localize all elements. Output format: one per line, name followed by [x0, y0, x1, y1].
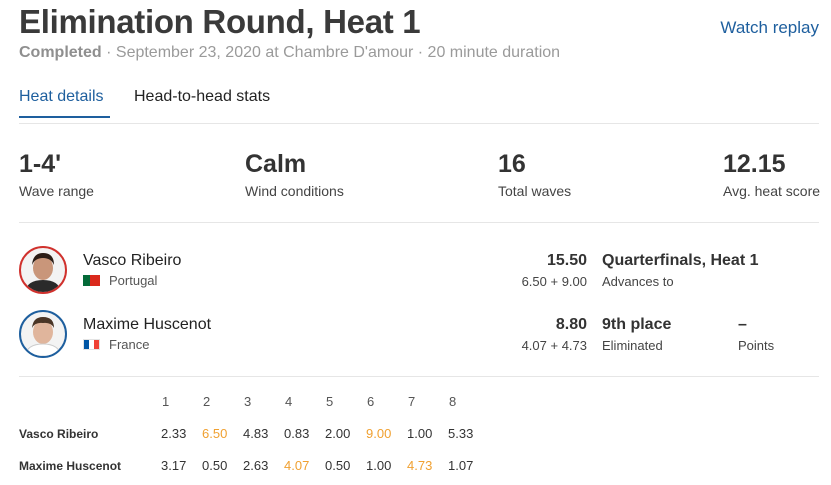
portugal-flag-icon	[83, 275, 100, 286]
wave-number-header: 4	[285, 394, 293, 409]
france-flag-icon	[83, 339, 100, 350]
athlete-points-label: Points	[738, 338, 775, 353]
athlete-result-label: Advances to	[602, 274, 674, 289]
wave-score-cell: 5.33	[448, 426, 474, 441]
wave-score-cell: 4.73	[407, 458, 433, 473]
wave-score-cell: 2.33	[161, 426, 187, 441]
wave-number-header: 7	[408, 394, 416, 409]
stat-label: Wave range	[19, 183, 94, 199]
watch-replay-link[interactable]: Watch replay	[720, 18, 819, 38]
wave-score-cell: 3.17	[161, 458, 187, 473]
stat-value: Calm	[245, 150, 307, 178]
avatar-portrait-icon	[25, 253, 61, 292]
stat-value: 16	[498, 150, 526, 178]
wave-number-header: 2	[203, 394, 211, 409]
athlete-country: France	[83, 337, 149, 352]
wave-score-cell: 0.50	[202, 458, 228, 473]
stat-label: Wind conditions	[245, 183, 344, 199]
wave-score-cell: 4.07	[284, 458, 310, 473]
wave-score-cell: 2.00	[325, 426, 351, 441]
wave-score-cell: 1.00	[407, 426, 433, 441]
tab-heat-details[interactable]: Heat details	[19, 88, 110, 118]
athlete-row: Vasco Ribeiro Portugal 15.50 6.50 + 9.00…	[19, 246, 819, 296]
wave-number-header: 1	[162, 394, 170, 409]
wave-row-athlete-name: Maxime Huscenot	[19, 459, 122, 473]
stat-total-waves: 16 Total waves	[498, 150, 571, 199]
stat-label: Total waves	[498, 183, 572, 199]
stat-avg-heat-score: 12.15 Avg. heat score	[723, 150, 820, 199]
heat-details: · September 23, 2020 at Chambre D'amour …	[101, 44, 561, 61]
wave-score-cell: 2.63	[243, 458, 269, 473]
athlete-score-breakdown: 6.50 + 9.00	[521, 274, 587, 289]
wave-row-athlete-name: Vasco Ribeiro	[19, 427, 99, 441]
athlete-score-breakdown: 4.07 + 4.73	[521, 338, 587, 353]
tab-head-to-head-stats[interactable]: Head-to-head stats	[134, 88, 270, 116]
wave-score-cell: 6.50	[202, 426, 228, 441]
athlete-avatar[interactable]	[19, 310, 67, 358]
wave-score-cell: 4.83	[243, 426, 269, 441]
stat-label: Avg. heat score	[723, 183, 821, 199]
stat-wave-range: 1-4' Wave range	[19, 150, 94, 199]
avatar-portrait-icon	[24, 317, 62, 356]
stat-value: 12.15	[723, 150, 786, 178]
athlete-name[interactable]: Maxime Huscenot	[83, 316, 211, 334]
athlete-avatar[interactable]	[19, 246, 67, 294]
stats-divider	[19, 222, 819, 223]
country-name: Portugal	[109, 273, 158, 288]
wave-score-cell: 1.07	[448, 458, 474, 473]
heat-meta: Completed · September 23, 2020 at Chambr…	[19, 44, 560, 62]
wave-score-cell: 9.00	[366, 426, 392, 441]
wave-number-header: 6	[367, 394, 375, 409]
athlete-result-label: Eliminated	[602, 338, 663, 353]
athlete-country: Portugal	[83, 273, 157, 288]
athlete-points: –	[738, 316, 747, 333]
wave-number-header: 8	[449, 394, 457, 409]
athlete-name[interactable]: Vasco Ribeiro	[83, 252, 181, 270]
country-name: France	[109, 337, 150, 352]
heat-status: Completed	[19, 44, 102, 61]
athlete-result[interactable]: Quarterfinals, Heat 1	[602, 252, 759, 270]
wave-number-header: 3	[244, 394, 252, 409]
wave-score-cell: 0.50	[325, 458, 351, 473]
athlete-total-score: 15.50	[546, 252, 587, 269]
athletes-divider	[19, 376, 819, 377]
wave-score-cell: 0.83	[284, 426, 310, 441]
stat-wind-conditions: Calm Wind conditions	[245, 150, 344, 199]
stat-value: 1-4'	[19, 150, 62, 178]
athlete-total-score: 8.80	[555, 316, 587, 333]
athlete-row: Maxime Huscenot France 8.80 4.07 + 4.73 …	[19, 310, 819, 360]
heat-title: Elimination Round, Heat 1	[19, 3, 421, 40]
tabs-divider	[19, 123, 819, 124]
wave-score-cell: 1.00	[366, 458, 392, 473]
athlete-result: 9th place	[602, 316, 672, 333]
tab-bar: Heat details Head-to-head stats	[19, 88, 819, 124]
wave-number-header: 5	[326, 394, 334, 409]
